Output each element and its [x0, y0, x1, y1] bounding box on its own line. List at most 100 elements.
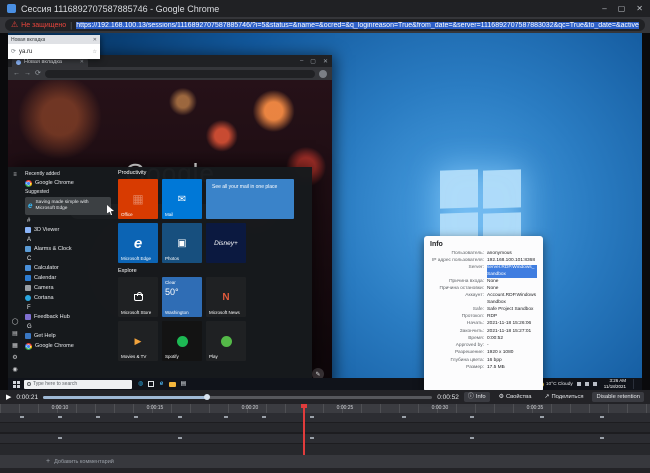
info-value: None — [487, 279, 537, 285]
event-track[interactable] — [0, 413, 650, 422]
bottom-strip — [0, 468, 650, 473]
add-comment-icon: + — [46, 458, 50, 465]
info-value: 2021-11-18 15:27:01 — [487, 329, 537, 335]
power-icon: ◉ — [12, 367, 17, 373]
section-recently-added: Recently added — [25, 170, 111, 178]
hamburger-icon: ≡ — [13, 172, 17, 178]
remote-chrome-toolbar: ← → ⟳ — [8, 67, 332, 80]
app-feedback-hub: Feedback Hub — [25, 312, 111, 322]
info-value: Account.RDP.Windows Sandbox — [487, 293, 537, 305]
edge-icon: e — [28, 202, 32, 210]
start-app-list: Recently added Google Chrome Suggested e… — [22, 167, 114, 378]
search-icon — [27, 382, 31, 386]
notification-center-icon — [633, 379, 640, 389]
properties-button[interactable]: ⚙ Свойства — [495, 392, 536, 402]
ruler-tick: 0:00:20 — [242, 405, 259, 411]
info-panel-title: Info — [430, 241, 537, 248]
timeline-playhead[interactable] — [303, 404, 305, 455]
spotify-icon — [177, 336, 188, 347]
start-menu-rail: ≡ ◯ ▤ ▦ ⚙ ◉ — [8, 167, 22, 378]
address-bar: ⚠ Не защищено | https://192.168.100.13/s… — [0, 17, 650, 33]
timeline-ruler[interactable]: 0:00:10 0:00:15 0:00:20 0:00:25 0:00:30 … — [0, 404, 650, 413]
language-icon — [593, 382, 597, 386]
share-button[interactable]: ↗ Поделиться — [540, 392, 587, 402]
calculator-icon — [25, 265, 31, 271]
info-value: Safe Project Sandbox — [487, 307, 537, 313]
app-google-chrome: Google Chrome — [25, 341, 111, 351]
remote-desktop-frame[interactable]: Новая вкладка ✕ – ▢ ✕ ← → ⟳ — [8, 33, 642, 390]
progress-thumb[interactable] — [204, 394, 210, 400]
omnibox[interactable]: ⚠ Не защищено | https://192.168.100.13/s… — [5, 19, 645, 31]
app-get-help: Get Help — [25, 331, 111, 341]
letter-group: # — [25, 216, 111, 225]
remote-close-icon: ✕ — [323, 58, 328, 65]
ruler-tick: 0:00:10 — [52, 405, 69, 411]
add-comment-input[interactable] — [54, 459, 274, 465]
playback-controls: ▶ 0:00:21 0:00:52 ⓘ Info ⚙ Свойства ↗ По… — [0, 390, 650, 404]
tile-weather-washington: Clear 50° Washington — [162, 277, 202, 317]
tiles-group-explore: Explore — [118, 268, 308, 277]
info-value: 0:00:52 — [487, 336, 537, 342]
taskbar-search-box: Type here to search — [24, 380, 132, 389]
settings-icon: ⚙ — [12, 355, 17, 361]
session-player-window: Сессия 1116892707587885746 - Google Chro… — [0, 0, 650, 473]
disable-retention-button[interactable]: Disable retention — [592, 392, 644, 402]
info-value: 192.168.100.101:8368 — [487, 258, 537, 264]
tile-play: Play — [206, 321, 246, 361]
taskbar-weather: 10°C Cloudy — [539, 382, 573, 387]
start-button-icon — [10, 381, 23, 388]
event-track[interactable] — [0, 434, 650, 443]
app-cortana: Cortana — [25, 293, 111, 303]
play-button[interactable]: ▶ — [6, 394, 11, 401]
tile-microsoft-store: Microsoft Store — [118, 277, 158, 317]
camera-app-icon — [25, 285, 31, 291]
security-warning-label[interactable]: Не защищено — [21, 22, 66, 29]
event-track[interactable] — [0, 444, 650, 455]
ruler-tick: 0:00:25 — [337, 405, 354, 411]
info-value: 1920 x 1080 — [487, 350, 537, 356]
session-info-panel: Info Пользователь:anonymous IP адрес пол… — [424, 236, 543, 392]
info-value: anonymous — [487, 251, 537, 257]
session-player-viewport: Новая вкладка ✕ – ▢ ✕ ← → ⟳ — [0, 33, 650, 390]
omnibox-divider: | — [70, 21, 72, 30]
timeline-tracks — [0, 413, 650, 455]
suggested-edge-item: e Saving made simple with Microsoft Edge — [25, 197, 111, 215]
window-titlebar[interactable]: Сессия 1116892707587885746 - Google Chro… — [0, 0, 650, 17]
user-icon: ◯ — [12, 319, 19, 325]
tile-movies-tv: ▶ Movies & TV — [118, 321, 158, 361]
tile-microsoft-news: N Microsoft News — [206, 277, 246, 317]
letter-group: G — [25, 322, 111, 331]
edge-taskbar-icon: e — [156, 381, 167, 387]
maximize-button[interactable]: ▢ — [618, 5, 626, 13]
security-warning-icon[interactable]: ⚠ — [11, 21, 18, 29]
info-value: None — [487, 286, 537, 292]
back-icon: ← — [13, 70, 20, 77]
tile-office: ▦ Office — [118, 179, 158, 219]
store-taskbar-icon: ▤ — [178, 381, 189, 387]
event-track[interactable] — [0, 423, 650, 432]
xbox-play-icon — [221, 336, 232, 347]
close-button[interactable]: ✕ — [636, 5, 643, 13]
info-value: 2021-11-18 15:26:06 — [487, 321, 537, 327]
info-icon: ⓘ — [468, 394, 474, 400]
minimize-button[interactable]: – — [602, 5, 606, 13]
cortana-icon — [25, 295, 31, 301]
refresh-icon: ⟳ — [35, 70, 41, 77]
chrome-icon — [25, 180, 32, 187]
remote-taskbar: Type here to search ◍ e ▤ ^ 10°C Cloudy — [8, 378, 642, 390]
seek-slider[interactable] — [43, 396, 432, 399]
volume-icon — [585, 382, 589, 386]
progress-fill — [43, 396, 206, 399]
remote-mini-window: Новая вкладка ✕ ⟳ ya.ru ☆ — [8, 35, 100, 59]
tile-disney-plus: Disney+ — [206, 223, 246, 263]
3d-viewer-icon — [25, 227, 31, 233]
letter-group: C — [25, 254, 111, 263]
url-text[interactable]: https://192.168.100.13/sessions/11168927… — [76, 22, 639, 29]
info-value: 16 bpp — [487, 358, 537, 364]
ruler-tick: 0:00:30 — [432, 405, 449, 411]
app-google-chrome: Google Chrome — [25, 178, 111, 188]
letter-group: A — [25, 235, 111, 244]
network-icon — [577, 382, 581, 386]
info-button[interactable]: ⓘ Info — [464, 392, 490, 402]
info-value: 17.5 МБ — [487, 365, 537, 371]
